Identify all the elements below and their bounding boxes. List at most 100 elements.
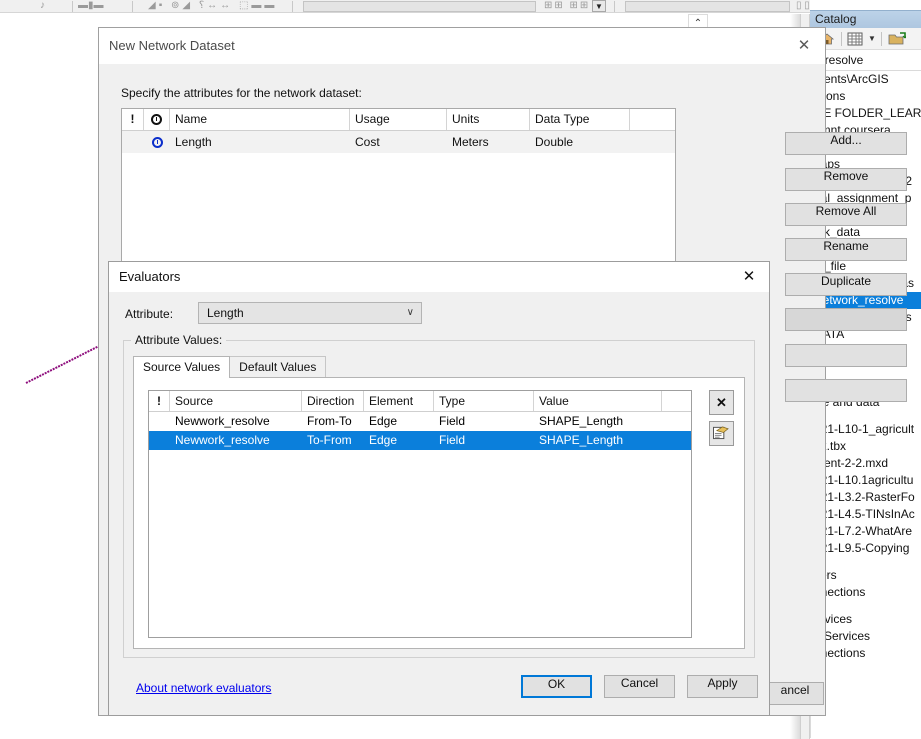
toolbar-glyph-3[interactable]: ◢▪ ⊚◢ ⸮↔↔ ⬚▬▬ [148,0,277,12]
attribute-select[interactable]: Length ∨ [198,302,422,324]
add-button[interactable]: Add... [785,132,907,155]
about-network-evaluators-link[interactable]: About network evaluators [136,681,271,695]
col-flag: ! [149,391,170,411]
clock-icon [151,114,162,125]
apply-button[interactable]: Apply [687,675,758,698]
col-type: Type [434,391,534,411]
catalog-path-combo[interactable]: k_resolve [810,52,921,68]
row-element: Edge [369,414,398,428]
row-source: Newwork_resolve [175,433,270,447]
remove-button[interactable]: Remove [785,168,907,191]
row-flag [122,131,144,153]
tree-item[interactable]: GE FOLDER_LEARN [811,105,921,122]
nnd-title: New Network Dataset [109,38,235,53]
tree-item[interactable]: ments\ArcGIS [811,71,921,88]
nnd-cancel-button[interactable]: ancel [766,682,824,705]
catalog-toolbar: ▼ [810,28,921,50]
evaluators-titlebar[interactable]: Evaluators ✕ [109,262,769,292]
tree-item[interactable]: 021-L10-1_agricult [811,421,921,438]
tree-item-label: 021-L7.2-WhatAre [814,524,913,538]
remove-all-button[interactable]: Remove All [785,203,907,226]
tree-item[interactable]: 021-L7.2-WhatAre [811,523,921,540]
connect-folder-icon[interactable] [888,31,906,47]
toolbar-glyph-1[interactable]: ♪ [40,0,45,12]
col-data-type: Data Type [530,109,630,130]
tree-item[interactable]: nnections [811,645,921,662]
tree-item[interactable]: nnections [811,584,921,601]
tree-item[interactable]: vers [811,567,921,584]
tree-item[interactable]: ctions [811,88,921,105]
row-value: SHAPE_Length [539,433,624,447]
tree-item[interactable]: ervices [811,611,921,628]
rename-button[interactable]: Rename [785,238,907,261]
toolbar-combo-1[interactable] [303,1,536,12]
row-name: Length [175,135,212,149]
tab-default-values[interactable]: Default Values [229,356,327,378]
table-row[interactable]: Length Cost Meters Double [122,131,675,153]
evaluator-properties-button[interactable] [709,421,734,446]
evaluators-button[interactable] [785,308,907,331]
col-name: Name [170,109,350,130]
evaluators-title: Evaluators [119,269,181,284]
cost-icon [144,131,170,153]
toolbar-separator-3 [292,1,293,12]
row-type: Field [439,433,466,447]
row-flag [149,431,170,450]
attribute-values-label: Attribute Values: [131,333,227,347]
attribute-select-value: Length [207,306,244,320]
tree-item-label: 021-L3.2-RasterFo [814,490,915,504]
toolbar-glyph-4[interactable]: ⊞⊞ ⊞⊞ [544,0,590,12]
attribute-values-tabs: Source Values Default Values [133,356,327,378]
catalog-panel-title: Catalog [815,12,857,26]
col-units: Units [447,109,530,130]
tree-item-label: 021-L4.5-TINsInAc [814,507,915,521]
nnd-titlebar[interactable]: New Network Dataset ✕ [99,28,825,64]
chevron-down-icon: ∨ [406,307,414,318]
duplicate-button[interactable]: Duplicate [785,273,907,296]
tree-item[interactable]: e Services [811,628,921,645]
tab-source-values[interactable]: Source Values [133,356,231,378]
col-direction: Direction [302,391,364,411]
col-usage-icon [144,109,170,130]
tree-item[interactable]: 021-L4.5-TINsInAc [811,506,921,523]
evaluators-grid-header: ! Source Direction Element Type Value [149,391,691,412]
tree-item[interactable]: 021-L9.5-Copying [811,540,921,557]
tree-item[interactable]: ment-2-2.mxd [811,455,921,472]
evaluators-grid[interactable]: ! Source Direction Element Type Value Ne… [148,390,692,638]
toolbar-combo-2[interactable] [625,1,790,12]
delete-evaluator-button[interactable]: ✕ [709,390,734,415]
list-view-icon[interactable] [847,31,863,47]
nnd-extra-button-2[interactable] [785,379,907,402]
catalog-panel: Catalog ▼ k_resolve ments\ArcGIS ctions … [810,0,921,739]
table-row[interactable]: Newwork_resolve From-To Edge Field SHAPE… [149,412,691,431]
attributes-grid-header: ! Name Usage Units Data Type [122,109,675,131]
row-type: Field [439,414,466,428]
source-values-panel: ! Source Direction Element Type Value Ne… [133,377,745,649]
row-units: Meters [452,135,489,149]
nnd-instruction: Specify the attributes for the network d… [121,86,362,100]
ok-button[interactable]: OK [521,675,592,698]
close-icon[interactable]: ✕ [783,28,825,64]
col-source: Source [170,391,302,411]
row-source: Newwork_resolve [175,414,270,428]
toolbar-separator-1 [72,1,73,12]
tree-item[interactable]: ox.tbx [811,438,921,455]
row-data-type: Double [535,135,574,149]
close-icon[interactable]: ✕ [729,262,769,292]
cancel-button[interactable]: Cancel [604,675,675,698]
row-flag [149,412,170,431]
col-usage: Usage [350,109,447,130]
toolbar-glyph-2[interactable]: ▬▮▬ [78,0,104,12]
chevron-down-icon[interactable]: ▼ [867,31,877,47]
nnd-extra-button-1[interactable] [785,344,907,367]
app-toolbar: ♪ ▬▮▬ ◢▪ ⊚◢ ⸮↔↔ ⬚▬▬ ⊞⊞ ⊞⊞ ▼ ▯ ▯ ◎ ▼ [0,0,921,13]
table-row[interactable]: Newwork_resolve To-From Edge Field SHAPE… [149,431,691,450]
tree-item-label: 021-L9.5-Copying [814,541,910,555]
tree-item[interactable]: 021-L3.2-RasterFo [811,489,921,506]
catalog-toolbar-separator-2 [881,32,882,46]
tree-item[interactable]: 021-L10.1agricultu [811,472,921,489]
toolbar-dropdown-1[interactable]: ▼ [592,0,606,12]
